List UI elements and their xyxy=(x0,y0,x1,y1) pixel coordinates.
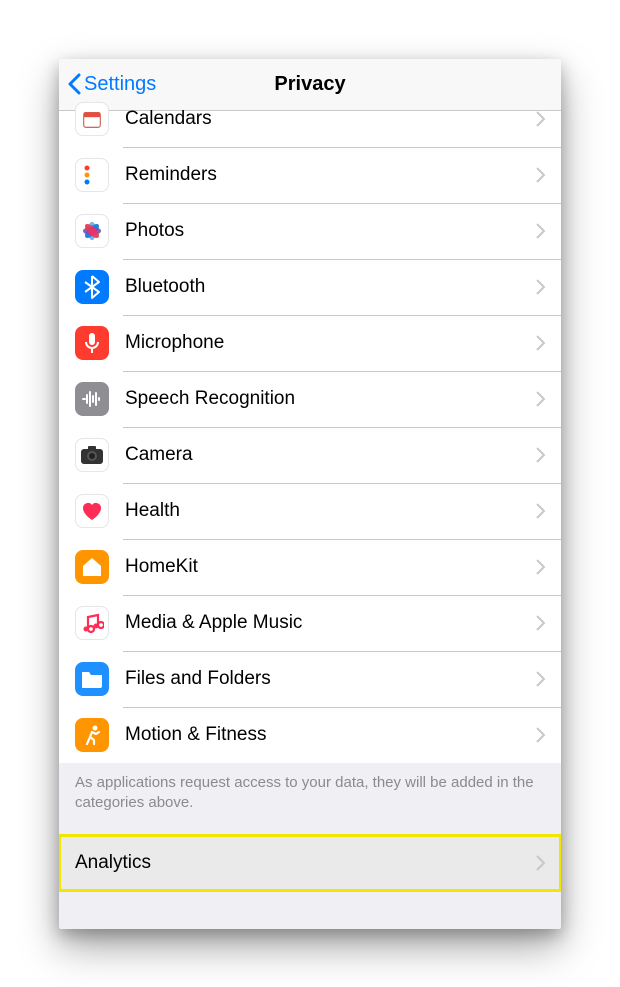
chevron-right-icon xyxy=(536,167,545,183)
row-files-and-folders[interactable]: Files and Folders xyxy=(59,651,561,707)
row-label: Speech Recognition xyxy=(125,388,520,410)
row-label: Camera xyxy=(125,444,520,466)
row-label: Media & Apple Music xyxy=(125,612,520,634)
row-speech-recognition[interactable]: Speech Recognition xyxy=(59,371,561,427)
row-motion-fitness[interactable]: Motion & Fitness xyxy=(59,707,561,763)
row-label: Analytics xyxy=(75,852,536,874)
health-icon xyxy=(75,494,109,528)
chevron-right-icon xyxy=(536,111,545,127)
homekit-icon xyxy=(75,550,109,584)
row-camera[interactable]: Camera xyxy=(59,427,561,483)
microphone-icon xyxy=(75,326,109,360)
chevron-right-icon xyxy=(536,447,545,463)
row-homekit[interactable]: HomeKit xyxy=(59,539,561,595)
row-photos[interactable]: Photos xyxy=(59,203,561,259)
row-bluetooth[interactable]: Bluetooth xyxy=(59,259,561,315)
calendar-icon xyxy=(75,102,109,136)
reminders-icon xyxy=(75,158,109,192)
chevron-right-icon xyxy=(536,503,545,519)
photos-icon xyxy=(75,214,109,248)
row-health[interactable]: Health xyxy=(59,483,561,539)
files-icon xyxy=(75,662,109,696)
row-label: Microphone xyxy=(125,332,520,354)
row-label: Bluetooth xyxy=(125,276,520,298)
row-label: Health xyxy=(125,500,520,522)
row-microphone[interactable]: Microphone xyxy=(59,315,561,371)
row-reminders[interactable]: Reminders xyxy=(59,147,561,203)
chevron-right-icon xyxy=(536,671,545,687)
privacy-settings-screen: Settings Privacy Calendars Reminders xyxy=(59,59,561,929)
motion-icon xyxy=(75,718,109,752)
chevron-right-icon xyxy=(536,559,545,575)
chevron-right-icon xyxy=(536,391,545,407)
row-media-apple-music[interactable]: Media & Apple Music xyxy=(59,595,561,651)
row-label: Reminders xyxy=(125,164,520,186)
row-analytics[interactable]: Analytics xyxy=(59,835,561,891)
chevron-right-icon xyxy=(536,223,545,239)
camera-icon xyxy=(75,438,109,472)
footer-note: As applications request access to your d… xyxy=(59,763,561,836)
row-label: Photos xyxy=(125,220,520,242)
row-label: Calendars xyxy=(125,108,520,130)
privacy-permissions-list: Calendars Reminders xyxy=(59,91,561,763)
bluetooth-icon xyxy=(75,270,109,304)
media-icon xyxy=(75,606,109,640)
chevron-right-icon xyxy=(536,727,545,743)
chevron-right-icon xyxy=(536,335,545,351)
row-label: Files and Folders xyxy=(125,668,520,690)
speech-icon xyxy=(75,382,109,416)
row-label: HomeKit xyxy=(125,556,520,578)
analytics-group: Analytics xyxy=(59,835,561,891)
chevron-right-icon xyxy=(536,279,545,295)
row-calendars[interactable]: Calendars xyxy=(59,91,561,147)
row-label: Motion & Fitness xyxy=(125,724,520,746)
chevron-right-icon xyxy=(536,855,545,871)
chevron-right-icon xyxy=(536,615,545,631)
